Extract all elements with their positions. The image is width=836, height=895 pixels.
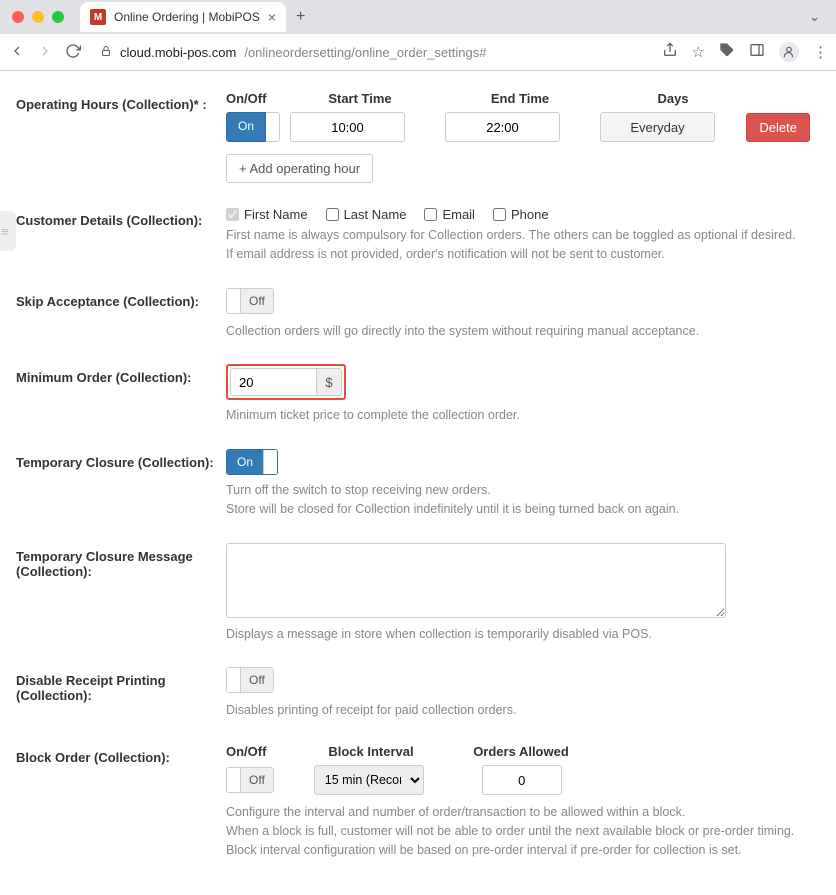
toggle-off-label: Off xyxy=(241,768,273,792)
row-temp-closure: Temporary Closure (Collection): On Turn … xyxy=(16,449,820,519)
head-orders-allowed: Orders Allowed xyxy=(456,744,586,759)
help-minimum-order: Minimum ticket price to complete the col… xyxy=(226,406,820,425)
drawer-handle[interactable]: ≡ xyxy=(0,211,16,251)
cb-phone-label: Phone xyxy=(511,207,549,222)
orders-allowed-input[interactable] xyxy=(482,765,562,795)
row-customer-details: Customer Details (Collection): First Nam… xyxy=(16,207,820,264)
extensions-icon[interactable] xyxy=(719,42,735,62)
profile-avatar[interactable] xyxy=(779,42,799,62)
add-operating-hour-button[interactable]: + Add operating hour xyxy=(226,154,373,183)
label-minimum-order: Minimum Order (Collection): xyxy=(16,364,226,385)
temp-closure-message-textarea[interactable] xyxy=(226,543,726,618)
checkbox-last-name[interactable] xyxy=(326,208,339,221)
forward-button[interactable] xyxy=(36,43,54,62)
cb-first-name: First Name xyxy=(226,207,308,222)
label-temp-msg: Temporary Closure Message (Collection): xyxy=(16,543,226,579)
head-block-onoff: On/Off xyxy=(226,744,286,759)
operating-hours-toggle-ext[interactable] xyxy=(266,112,280,142)
url-field[interactable]: cloud.mobi-pos.com/onlineordersetting/on… xyxy=(92,45,652,60)
row-minimum-order: Minimum Order (Collection): $ Minimum ti… xyxy=(16,364,820,425)
cb-last-name-label: Last Name xyxy=(344,207,407,222)
delete-button[interactable]: Delete xyxy=(746,113,810,142)
end-time-input[interactable] xyxy=(445,112,560,142)
tab-title: Online Ordering | MobiPOS xyxy=(114,10,260,24)
row-temp-msg: Temporary Closure Message (Collection): … xyxy=(16,543,820,644)
share-icon[interactable] xyxy=(662,42,678,62)
checkbox-email[interactable] xyxy=(424,208,437,221)
close-tab-icon[interactable]: × xyxy=(268,9,276,25)
head-onoff: On/Off xyxy=(226,91,280,106)
tabs-dropdown-icon[interactable]: ⌄ xyxy=(801,9,828,25)
label-temp-closure: Temporary Closure (Collection): xyxy=(16,449,226,470)
help-temp-closure-1: Turn off the switch to stop receiving ne… xyxy=(226,481,820,500)
menu-icon[interactable]: ⋮ xyxy=(813,43,828,61)
block-interval-select[interactable]: 15 min (Recom xyxy=(314,765,424,795)
disable-receipt-toggle[interactable]: Off xyxy=(226,667,274,693)
row-block-order: Block Order (Collection): On/Off Block I… xyxy=(16,744,820,859)
checkbox-phone[interactable] xyxy=(493,208,506,221)
toggle-on-label: On xyxy=(227,450,263,474)
tab-bar: M Online Ordering | MobiPOS × + ⌄ xyxy=(0,0,836,34)
days-select[interactable]: Everyday xyxy=(600,112,715,142)
toggle-off-label: Off xyxy=(241,668,273,692)
head-start-time: Start Time xyxy=(280,91,440,106)
browser-chrome: M Online Ordering | MobiPOS × + ⌄ cloud.… xyxy=(0,0,836,71)
reload-button[interactable] xyxy=(64,43,82,62)
temp-closure-toggle[interactable]: On xyxy=(226,449,278,475)
window-controls xyxy=(8,11,72,23)
row-skip-acceptance: Skip Acceptance (Collection): Off Collec… xyxy=(16,288,820,341)
new-tab-button[interactable]: + xyxy=(286,8,315,26)
favicon-icon: M xyxy=(90,9,106,25)
help-block-2: When a block is full, customer will not … xyxy=(226,822,820,841)
block-order-toggle[interactable]: Off xyxy=(226,767,274,793)
label-operating-hours: Operating Hours (Collection)* : xyxy=(16,91,226,112)
cb-email[interactable]: Email xyxy=(424,207,475,222)
close-window-button[interactable] xyxy=(12,11,24,23)
head-block-interval: Block Interval xyxy=(286,744,456,759)
help-skip-acceptance: Collection orders will go directly into … xyxy=(226,322,820,341)
lock-icon xyxy=(100,45,112,60)
url-path: /onlineordersetting/online_order_setting… xyxy=(244,45,486,60)
head-days: Days xyxy=(608,91,738,106)
skip-acceptance-toggle[interactable]: Off xyxy=(226,288,274,314)
operating-hours-toggle[interactable]: On xyxy=(226,112,266,142)
head-end-time: End Time xyxy=(440,91,600,106)
toggle-off-label: Off xyxy=(241,289,273,313)
help-disable-receipt: Disables printing of receipt for paid co… xyxy=(226,701,820,720)
page-content: ≡ Operating Hours (Collection)* : On/Off… xyxy=(0,71,836,895)
help-customer-details-1: First name is always compulsory for Coll… xyxy=(226,226,820,245)
side-panel-icon[interactable] xyxy=(749,42,765,62)
browser-tab[interactable]: M Online Ordering | MobiPOS × xyxy=(80,2,286,32)
cb-first-name-label: First Name xyxy=(244,207,308,222)
help-temp-msg: Displays a message in store when collect… xyxy=(226,625,820,644)
label-customer-details: Customer Details (Collection): xyxy=(16,207,226,228)
star-icon[interactable]: ☆ xyxy=(692,43,705,61)
cb-email-label: Email xyxy=(442,207,475,222)
label-block-order: Block Order (Collection): xyxy=(16,744,226,765)
cb-last-name[interactable]: Last Name xyxy=(326,207,407,222)
url-host: cloud.mobi-pos.com xyxy=(120,45,236,60)
help-temp-closure-2: Store will be closed for Collection inde… xyxy=(226,500,820,519)
row-operating-hours: Operating Hours (Collection)* : On/Off S… xyxy=(16,91,820,183)
help-block-1: Configure the interval and number of ord… xyxy=(226,803,820,822)
toolbar-icons: ☆ ⋮ xyxy=(662,42,828,62)
checkbox-first-name xyxy=(226,208,239,221)
cb-phone[interactable]: Phone xyxy=(493,207,549,222)
maximize-window-button[interactable] xyxy=(52,11,64,23)
currency-addon: $ xyxy=(316,368,342,396)
minimize-window-button[interactable] xyxy=(32,11,44,23)
back-button[interactable] xyxy=(8,43,26,62)
row-disable-receipt: Disable Receipt Printing (Collection): O… xyxy=(16,667,820,720)
label-disable-receipt: Disable Receipt Printing (Collection): xyxy=(16,667,226,703)
help-customer-details-2: If email address is not provided, order'… xyxy=(226,245,820,264)
start-time-input[interactable] xyxy=(290,112,405,142)
minimum-order-group: $ xyxy=(226,364,346,400)
label-skip-acceptance: Skip Acceptance (Collection): xyxy=(16,288,226,309)
help-block-3: Block interval configuration will be bas… xyxy=(226,841,820,860)
address-bar: cloud.mobi-pos.com/onlineordersetting/on… xyxy=(0,34,836,70)
minimum-order-input[interactable] xyxy=(230,368,316,396)
